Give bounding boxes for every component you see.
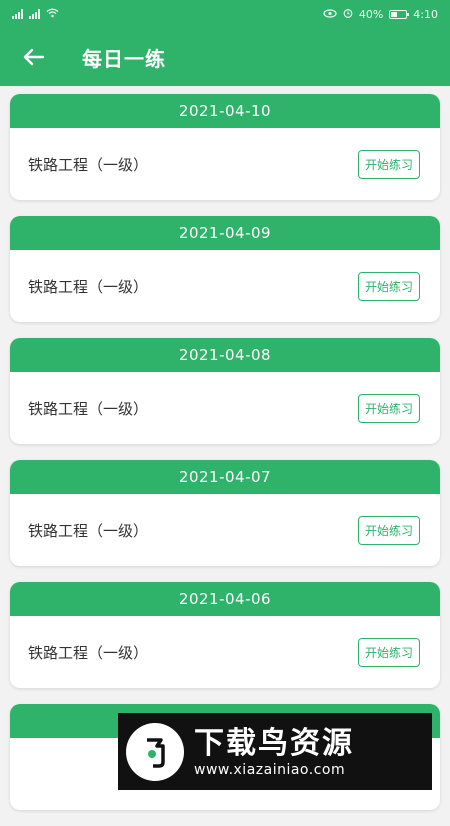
watermark-banner: 下载鸟资源 www.xiazainiao.com: [118, 713, 432, 790]
card-date: 2021-04-07: [10, 460, 440, 494]
card-date: 2021-04-09: [10, 216, 440, 250]
card-body: 铁路工程（一级） 开始练习: [10, 128, 440, 200]
eye-icon: [323, 8, 337, 21]
battery-icon: [389, 9, 410, 19]
subject-label: 铁路工程（一级）: [28, 399, 149, 418]
subject-label: 铁路工程（一级）: [28, 155, 149, 174]
card-date: 2021-04-06: [10, 582, 440, 616]
status-time: 4:10: [413, 7, 438, 21]
signal-icon: [29, 9, 40, 19]
card-date: 2021-04-08: [10, 338, 440, 372]
subject-label: 铁路工程（一级）: [28, 277, 149, 296]
card-date: 2021-04-10: [10, 94, 440, 128]
arrow-left-icon: [23, 48, 45, 66]
card-body: 铁路工程（一级） 开始练习: [10, 250, 440, 322]
battery-level: [391, 11, 398, 17]
status-left: [12, 8, 59, 21]
battery-percent: 40%: [358, 7, 384, 21]
card-body: 铁路工程（一级） 开始练习: [10, 616, 440, 688]
watermark-text: 下载鸟资源 www.xiazainiao.com: [194, 726, 354, 778]
signal-icon: [12, 9, 23, 19]
start-practice-button[interactable]: 开始练习: [357, 149, 420, 179]
subject-label: 铁路工程（一级）: [28, 643, 149, 662]
practice-card: 2021-04-09 铁路工程（一级） 开始练习: [10, 216, 440, 322]
bird-logo-icon: [126, 722, 184, 781]
card-body: 铁路工程（一级） 开始练习: [10, 494, 440, 566]
practice-card: 2021-04-06 铁路工程（一级） 开始练习: [10, 582, 440, 688]
practice-card: 2021-04-10 铁路工程（一级） 开始练习: [10, 94, 440, 200]
status-bar: 40% 4:10: [0, 0, 450, 28]
start-practice-button[interactable]: 开始练习: [357, 271, 420, 301]
wifi-icon: [46, 8, 59, 21]
subject-label: 铁路工程（一级）: [28, 521, 149, 540]
start-practice-button[interactable]: 开始练习: [357, 515, 420, 545]
start-practice-button[interactable]: 开始练习: [357, 393, 420, 423]
practice-card: 2021-04-07 铁路工程（一级） 开始练习: [10, 460, 440, 566]
status-right: 40% 4:10: [323, 8, 438, 21]
back-button[interactable]: [6, 28, 62, 86]
practice-card: 2021-04-08 铁路工程（一级） 开始练习: [10, 338, 440, 444]
card-body: 铁路工程（一级） 开始练习: [10, 372, 440, 444]
alarm-icon: [343, 8, 353, 21]
watermark-url: www.xiazainiao.com: [194, 761, 346, 778]
page-title: 每日一练: [82, 46, 166, 71]
start-practice-button[interactable]: 开始练习: [357, 637, 420, 667]
watermark-name: 下载鸟资源: [194, 725, 354, 761]
app-bar: 每日一练: [0, 28, 450, 86]
